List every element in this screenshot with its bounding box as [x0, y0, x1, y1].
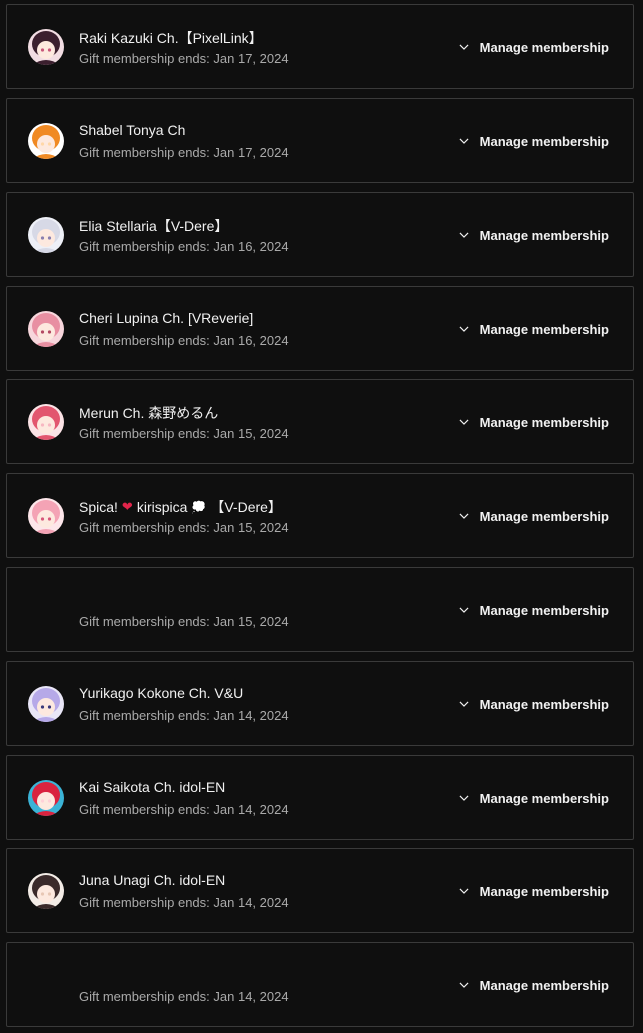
manage-membership-label: Manage membership [479, 977, 609, 993]
channel-name-part: 【V-Dere】 [210, 499, 282, 515]
chevron-down-icon [457, 603, 471, 617]
membership-end-date: Gift membership ends: Jan 14, 2024 [79, 708, 289, 723]
chevron-down-icon [457, 40, 471, 54]
chevron-down-icon [457, 322, 471, 336]
channel-avatar[interactable] [28, 780, 64, 816]
chevron-down-icon [457, 134, 471, 148]
manage-membership-button[interactable]: Manage membership [457, 410, 609, 434]
manage-membership-button[interactable]: Manage membership [457, 973, 609, 997]
membership-end-date: Gift membership ends: Jan 16, 2024 [79, 333, 289, 348]
chevron-down-icon [457, 884, 471, 898]
channel-name[interactable]: Merun Ch. 森野めるん [79, 403, 218, 423]
membership-end-date: Gift membership ends: Jan 17, 2024 [79, 51, 289, 66]
channel-name[interactable]: Shabel Tonya Ch [79, 122, 185, 138]
channel-avatar[interactable] [28, 123, 64, 159]
chevron-down-icon [457, 415, 471, 429]
manage-membership-label: Manage membership [479, 414, 609, 430]
thought-bubble-emoji: 💭 [191, 500, 207, 514]
channel-avatar[interactable] [28, 311, 64, 347]
channel-avatar[interactable] [28, 498, 64, 534]
membership-card: Juna Unagi Ch. idol-EN Gift membership en… [6, 848, 634, 933]
manage-membership-label: Manage membership [479, 883, 609, 899]
channel-name[interactable]: Raki Kazuki Ch.【PixelLink】 [79, 28, 263, 48]
manage-membership-button[interactable]: Manage membership [457, 598, 609, 622]
manage-membership-button[interactable]: Manage membership [457, 879, 609, 903]
channel-avatar[interactable] [28, 404, 64, 440]
chevron-down-icon [457, 978, 471, 992]
membership-end-date: Gift membership ends: Jan 14, 2024 [79, 895, 289, 910]
membership-card: Kai Saikota Ch. idol-EN Gift membership e… [6, 755, 634, 840]
channel-name[interactable]: Elia Stellaria【V-Dere】 [79, 216, 228, 236]
membership-end-date: Gift membership ends: Jan 15, 2024 [79, 520, 289, 535]
channel-name[interactable]: Juna Unagi Ch. idol-EN [79, 872, 225, 888]
channel-name[interactable]: Yurikago Kokone Ch. V&U [79, 685, 243, 701]
heart-emoji: ❤ [121, 499, 133, 514]
manage-membership-button[interactable]: Manage membership [457, 692, 609, 716]
manage-membership-label: Manage membership [479, 321, 609, 337]
membership-card: Shabel Tonya Ch Gift membership ends: Jan… [6, 98, 634, 183]
membership-end-date: Gift membership ends: Jan 15, 2024 [79, 614, 289, 629]
manage-membership-button[interactable]: Manage membership [457, 35, 609, 59]
membership-end-date: Gift membership ends: Jan 14, 2024 [79, 989, 289, 1004]
chevron-down-icon [457, 509, 471, 523]
channel-avatar[interactable] [28, 873, 64, 909]
memberships-list: Raki Kazuki Ch.【PixelLink】 Gift membershi… [0, 0, 643, 1033]
channel-name-part: Spica! [79, 499, 118, 515]
channel-avatar[interactable] [28, 29, 64, 65]
manage-membership-label: Manage membership [479, 133, 609, 149]
membership-end-date: Gift membership ends: Jan 15, 2024 [79, 426, 289, 441]
channel-avatar[interactable] [28, 217, 64, 253]
manage-membership-label: Manage membership [479, 508, 609, 524]
manage-membership-button[interactable]: Manage membership [457, 504, 609, 528]
manage-membership-button[interactable]: Manage membership [457, 223, 609, 247]
channel-name[interactable]: Cheri Lupina Ch. [VReverie] [79, 310, 253, 326]
membership-card: Gift membership ends: Jan 15, 2024 Manage… [6, 567, 634, 652]
membership-card: Yurikago Kokone Ch. V&U Gift membership e… [6, 661, 634, 746]
membership-card: Merun Ch. 森野めるん Gift membership ends: Jan… [6, 379, 634, 464]
manage-membership-label: Manage membership [479, 227, 609, 243]
membership-card: Spica! ❤ kirispica 💭 【V-Dere】 Gift membership… [6, 473, 634, 558]
manage-membership-label: Manage membership [479, 39, 609, 55]
manage-membership-button[interactable]: Manage membership [457, 317, 609, 341]
membership-card: Raki Kazuki Ch.【PixelLink】 Gift membershi… [6, 4, 634, 89]
chevron-down-icon [457, 228, 471, 242]
manage-membership-label: Manage membership [479, 602, 609, 618]
channel-name[interactable]: Kai Saikota Ch. idol-EN [79, 779, 225, 795]
chevron-down-icon [457, 791, 471, 805]
chevron-down-icon [457, 697, 471, 711]
manage-membership-label: Manage membership [479, 790, 609, 806]
membership-end-date: Gift membership ends: Jan 16, 2024 [79, 239, 289, 254]
manage-membership-button[interactable]: Manage membership [457, 786, 609, 810]
membership-end-date: Gift membership ends: Jan 14, 2024 [79, 802, 289, 817]
membership-card: Elia Stellaria【V-Dere】 Gift membership en… [6, 192, 634, 277]
channel-avatar[interactable] [28, 686, 64, 722]
membership-end-date: Gift membership ends: Jan 17, 2024 [79, 145, 289, 160]
membership-card: Cheri Lupina Ch. [VReverie] Gift membersh… [6, 286, 634, 371]
channel-name[interactable]: Spica! ❤ kirispica 💭 【V-Dere】 [79, 497, 282, 517]
channel-name-part: kirispica [136, 499, 188, 515]
manage-membership-button[interactable]: Manage membership [457, 129, 609, 153]
membership-card: Gift membership ends: Jan 14, 2024 Manage… [6, 942, 634, 1027]
manage-membership-label: Manage membership [479, 696, 609, 712]
